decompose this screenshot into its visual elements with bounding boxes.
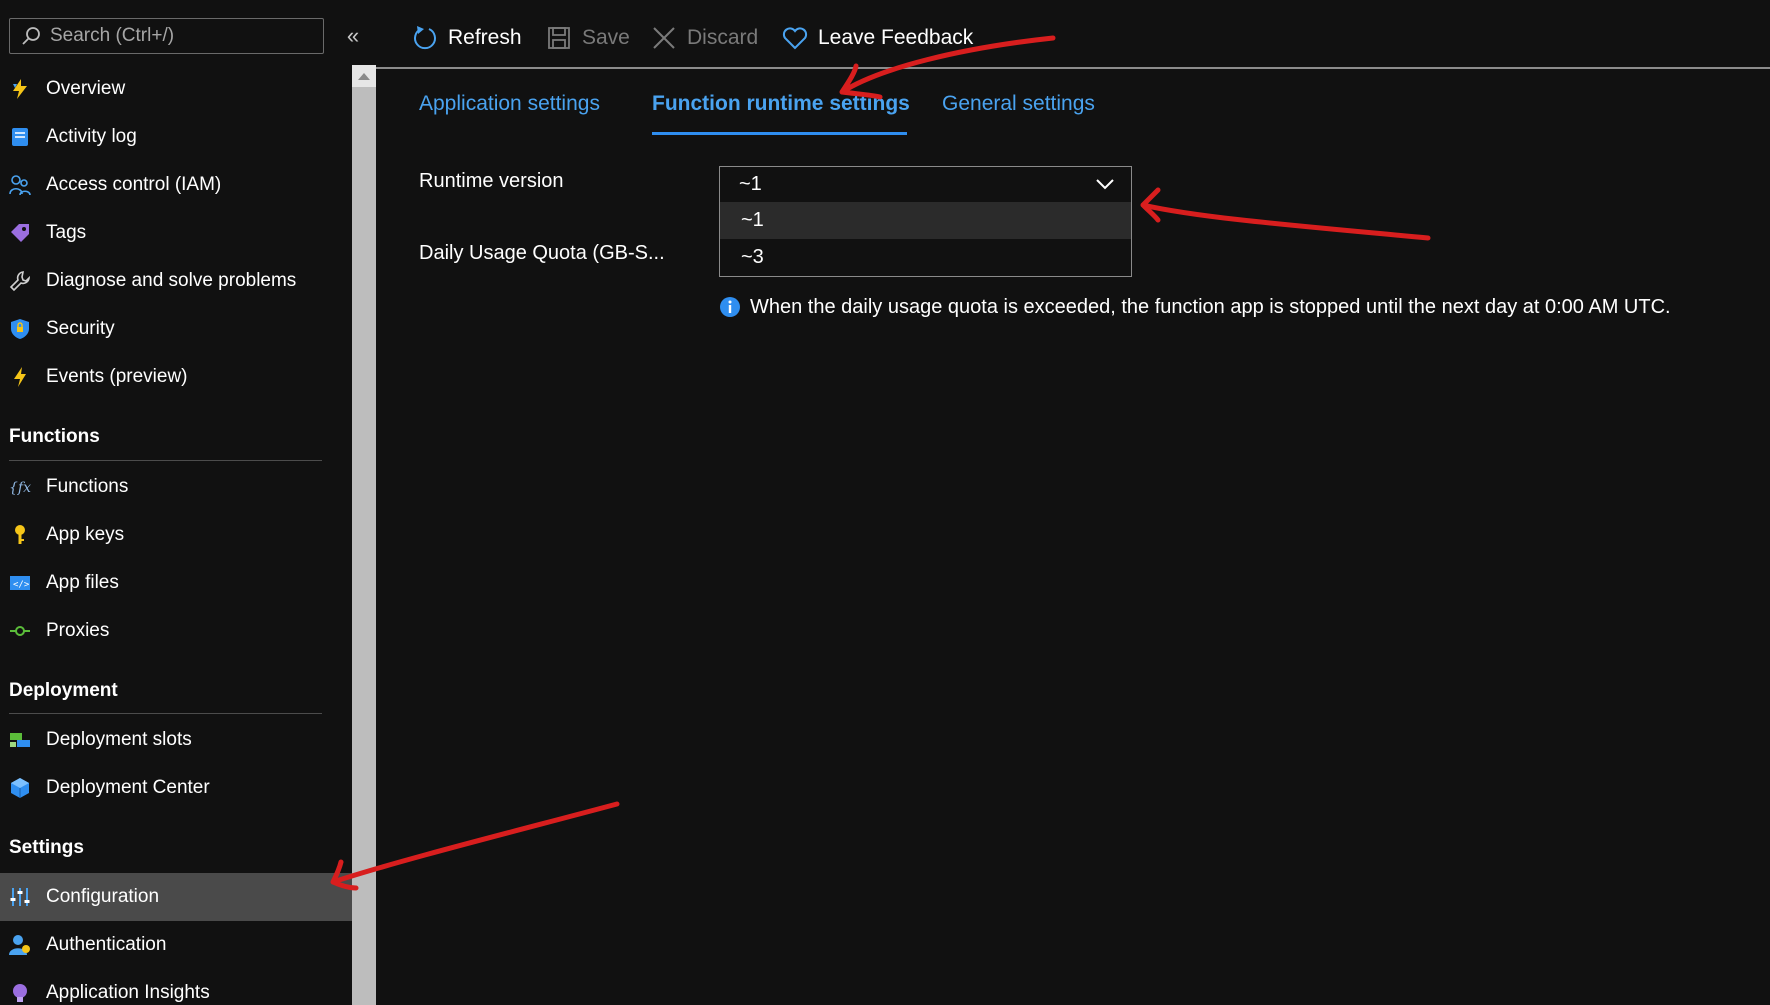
sidebar-item-overview[interactable]: Overview [0, 65, 352, 113]
section-title-settings: Settings [9, 837, 84, 858]
sidebar-item-label: Activity log [46, 126, 137, 147]
sidebar-item-label: Deployment slots [46, 729, 192, 750]
daily-usage-quota-label: Daily Usage Quota (GB-S... [419, 242, 665, 264]
shield-icon [11, 319, 29, 339]
sidebar-item-configuration[interactable]: Configuration [0, 873, 352, 921]
sidebar-item-deployment-slots[interactable]: Deployment slots [0, 716, 352, 764]
bolt-icon [14, 367, 26, 387]
user-icon [9, 935, 30, 955]
key-icon [15, 525, 25, 544]
sidebar-item-app-keys[interactable]: App keys [0, 511, 352, 559]
sidebar-item-label: Authentication [46, 934, 167, 955]
active-tab-indicator [652, 132, 907, 135]
search-input[interactable]: Search (Ctrl+/) [9, 18, 324, 54]
sidebar-item-tags[interactable]: Tags [0, 209, 352, 257]
save-button[interactable]: Save [546, 20, 630, 56]
cube-icon [11, 778, 29, 798]
sidebar-item-label: Application Insights [46, 982, 210, 1003]
collapse-sidebar-button[interactable]: « [340, 24, 366, 48]
runtime-option[interactable]: ~3 [720, 239, 1131, 276]
wrench-icon [9, 271, 31, 292]
sidebar-item-label: Tags [46, 222, 87, 243]
discard-button[interactable]: Discard [651, 20, 758, 56]
sidebar: Search (Ctrl+/) « Overview Activity log [0, 0, 359, 1005]
sidebar-item-app-files[interactable]: </> App files [0, 559, 352, 607]
proxy-icon [10, 626, 30, 636]
section-divider [9, 713, 322, 714]
sidebar-item-label: Events (preview) [46, 366, 188, 387]
runtime-option[interactable]: ~1 [720, 202, 1131, 239]
leave-feedback-button[interactable]: Leave Feedback [782, 20, 973, 56]
search-icon [22, 27, 40, 45]
svg-text:{fx}: {fx} [9, 480, 31, 496]
function-icon: {fx} [9, 480, 31, 496]
slots-icon [10, 733, 30, 747]
quota-info-text: When the daily usage quota is exceeded, … [750, 295, 1671, 318]
app-window: Search (Ctrl+/) « Overview Activity log [0, 0, 1770, 1005]
save-label: Save [582, 26, 630, 49]
sidebar-scrollbar[interactable] [352, 65, 376, 1005]
sidebar-item-activity-log[interactable]: Activity log [0, 113, 352, 161]
runtime-version-value: ~1 [739, 173, 762, 195]
sidebar-item-deployment-center[interactable]: Deployment Center [0, 764, 352, 812]
sidebar-item-label: Security [46, 318, 115, 339]
tab-function-runtime-settings[interactable]: Function runtime settings [652, 92, 910, 136]
sidebar-item-application-insights[interactable]: Application Insights [0, 969, 352, 1005]
sidebar-item-label: App keys [46, 524, 125, 545]
search-placeholder: Search (Ctrl+/) [50, 25, 175, 46]
quota-info-message: When the daily usage quota is exceeded, … [719, 292, 1671, 322]
sidebar-item-label: Diagnose and solve problems [46, 270, 297, 291]
lightbulb-icon [13, 984, 27, 1002]
refresh-button[interactable]: Refresh [412, 20, 522, 56]
discard-label: Discard [687, 26, 759, 49]
tab-application-settings[interactable]: Application settings [419, 92, 600, 136]
sidebar-item-label: Deployment Center [46, 777, 210, 798]
section-title-deployment: Deployment [9, 680, 118, 701]
runtime-version-options: ~1 ~3 [719, 201, 1132, 277]
svg-text:</>: </> [13, 580, 30, 590]
sidebar-item-label: Functions [46, 476, 129, 497]
section-title-functions: Functions [9, 426, 100, 447]
chevron-down-icon [1096, 179, 1114, 190]
close-icon [653, 27, 675, 49]
people-icon [9, 175, 31, 196]
arrow-to-dropdown [1140, 187, 1431, 241]
code-file-icon: </> [10, 576, 30, 590]
sidebar-item-label: App files [46, 572, 119, 593]
refresh-icon [414, 26, 436, 50]
heart-icon [782, 27, 808, 50]
scroll-up-button[interactable] [352, 65, 376, 87]
sliders-icon [10, 888, 30, 906]
sidebar-item-label: Overview [46, 78, 126, 99]
sidebar-item-label: Access control (IAM) [46, 174, 222, 195]
chevron-up-icon [358, 72, 370, 80]
refresh-label: Refresh [448, 26, 522, 49]
runtime-version-label: Runtime version [419, 170, 564, 192]
info-icon [720, 297, 740, 317]
sidebar-item-events[interactable]: Events (preview) [0, 353, 352, 401]
tag-icon [11, 224, 29, 242]
sidebar-item-functions[interactable]: {fx} Functions [0, 463, 352, 511]
save-icon [548, 27, 570, 49]
feedback-label: Leave Feedback [818, 26, 974, 49]
toolbar-divider [376, 67, 1770, 69]
sidebar-item-authentication[interactable]: Authentication [0, 921, 352, 969]
sidebar-item-label: Configuration [46, 886, 160, 907]
log-icon [12, 128, 28, 146]
sidebar-item-diagnose[interactable]: Diagnose and solve problems [0, 257, 352, 305]
tab-general-settings[interactable]: General settings [942, 92, 1095, 136]
lightning-icon [13, 79, 27, 99]
sidebar-item-security[interactable]: Security [0, 305, 352, 353]
sidebar-item-proxies[interactable]: Proxies [0, 607, 352, 655]
sidebar-item-access-control[interactable]: Access control (IAM) [0, 161, 352, 209]
sidebar-item-label: Proxies [46, 620, 110, 641]
section-divider [9, 460, 322, 461]
runtime-version-dropdown[interactable]: ~1 [719, 166, 1132, 202]
